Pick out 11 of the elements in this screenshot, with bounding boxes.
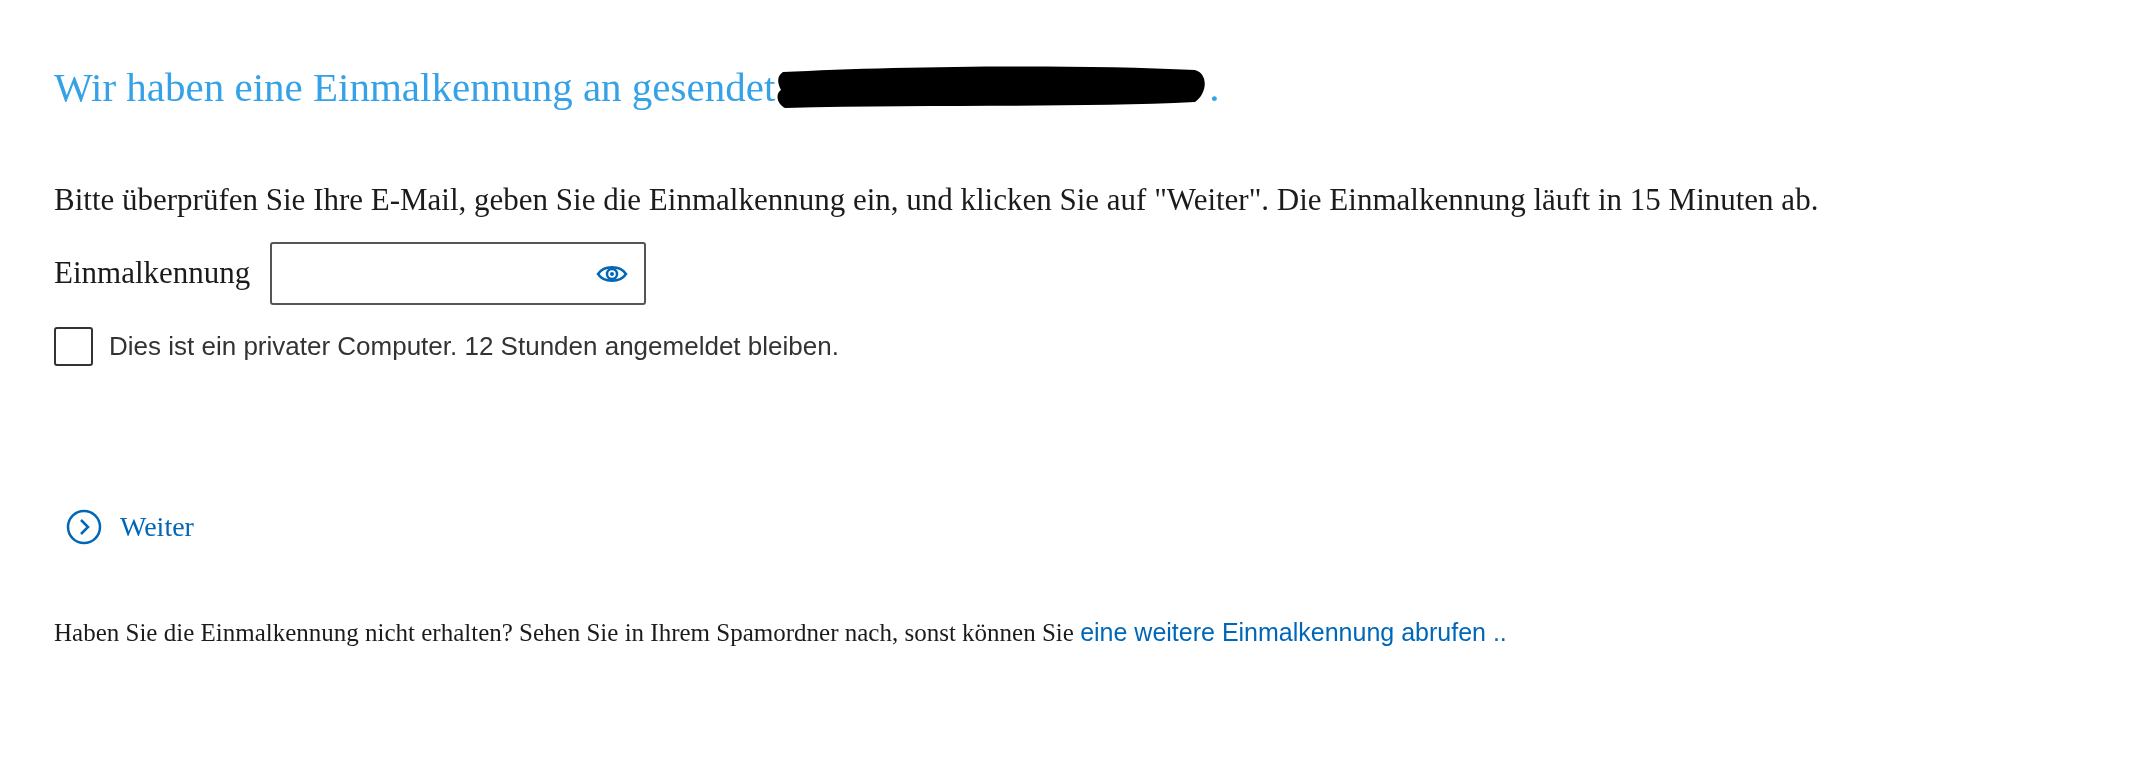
checkbox-label: Dies ist ein privater Computer. 12 Stunden angemeldet bleiben. — [109, 330, 839, 363]
next-button[interactable]: Weiter — [66, 506, 194, 548]
heading: Wir haben eine Einmalkennung an gesendet — [54, 63, 776, 112]
remember-checkbox[interactable] — [54, 327, 93, 366]
resend-code-link[interactable]: eine weitere Einmalkennung abrufen .. — [1080, 618, 1507, 646]
code-input-field[interactable] — [270, 242, 647, 305]
instructions: Bitte überprüfen Sie Ihre E-Mail, geben Sie die Einmalkennung ein, und klicken Sie auf "Weiter". Die Einmalkennung läuft in 15 Minuten ab. — [54, 181, 1820, 219]
chevron-circle-icon — [66, 509, 102, 545]
help-text: Haben Sie die Einmalkennung nicht erhalten? Sehen Sie in Ihrem Spamordner nach, sonst können Sie eine weitere Einmalkennung abrufen .. — [54, 617, 1508, 648]
heading-end: . — [1209, 63, 1220, 112]
field-label: Einmalkennung — [54, 254, 251, 293]
